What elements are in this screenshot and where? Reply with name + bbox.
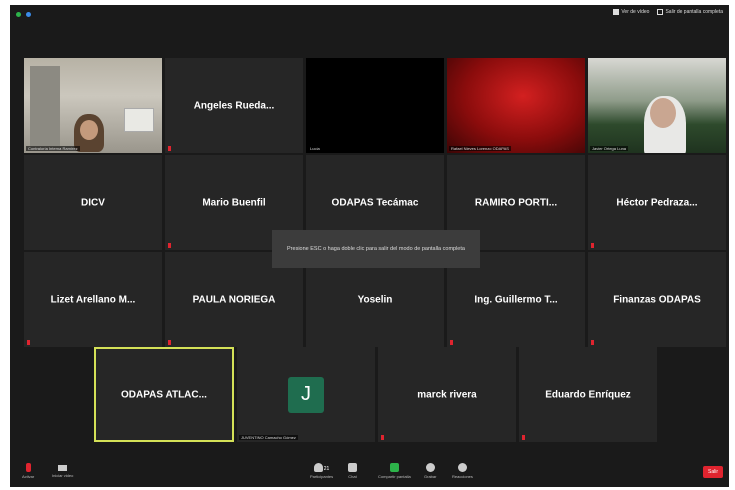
video-tile[interactable]: marck rivera (378, 347, 516, 442)
view-button-label: Ver de vídeo (621, 9, 650, 15)
video-tile-active-speaker[interactable]: ODAPAS ATLAC... (94, 347, 234, 442)
participant-face (650, 98, 676, 128)
muted-mic-icon (522, 435, 525, 440)
share-screen-label: Compartir pantalla (378, 474, 411, 479)
unmute-label: Activar (22, 474, 35, 479)
participant-name: Lizet Arellano M... (50, 294, 136, 305)
chat-icon (348, 463, 357, 472)
video-tile[interactable]: Héctor Pedraza... (588, 155, 726, 250)
participant-name-tag: Contraloría Interna Ramírez (26, 146, 80, 151)
participant-name: Héctor Pedraza... (616, 197, 698, 208)
participant-name: marck rivera (417, 389, 477, 400)
muted-mic-icon (591, 243, 594, 248)
participant-name-tag: Rafael Nieves Lorenzo ODAPAS (449, 146, 511, 151)
muted-mic-icon (381, 435, 384, 440)
zoom-window: Ver de vídeo Salir de pantalla completa … (10, 5, 729, 487)
participant-name: Ing. Guillermo T... (474, 294, 558, 305)
muted-mic-icon (591, 340, 594, 345)
leave-meeting-label: Salir (707, 469, 718, 475)
reactions-button[interactable]: Reacciones (452, 463, 473, 479)
participant-name: RAMIRO PORTI... (474, 197, 558, 208)
video-tile[interactable]: Rafael Nieves Lorenzo ODAPAS (447, 58, 585, 153)
muted-mic-icon (168, 243, 171, 248)
video-tile[interactable]: J JUVENTINO Camacho Gómez (237, 347, 375, 442)
fullscreen-toast: Presione ESC o haga doble clic para sali… (272, 230, 480, 268)
fullscreen-toast-text: Presione ESC o haga doble clic para sali… (287, 245, 465, 252)
exit-fullscreen-button[interactable]: Salir de pantalla completa (657, 9, 723, 15)
unmute-button[interactable]: Activar (22, 463, 34, 479)
background-shelf (30, 66, 60, 146)
meeting-info-icon[interactable] (26, 12, 31, 17)
participant-name: Mario Buenfil (202, 197, 266, 208)
record-label: Grabar (424, 474, 437, 479)
record-button[interactable]: Grabar (424, 463, 436, 479)
participant-name: PAULA NORIEGA (192, 294, 276, 305)
grid-view-icon (613, 9, 620, 15)
exit-fullscreen-icon (657, 9, 664, 15)
participants-icon (313, 463, 323, 472)
video-tile[interactable]: Lizet Arellano M... (24, 252, 162, 347)
video-tile[interactable]: Eduardo Enríquez (519, 347, 657, 442)
leave-meeting-button[interactable]: Salir (703, 466, 723, 478)
muted-mic-icon (27, 340, 30, 345)
participant-name-tag: Javier Ortega Luna (590, 146, 629, 151)
share-screen-icon (389, 463, 399, 472)
top-bar: Ver de vídeo Salir de pantalla completa (10, 5, 729, 25)
reactions-icon (457, 463, 467, 472)
participant-name: ODAPAS ATLAC... (121, 389, 207, 400)
chat-label: Chat (348, 474, 357, 479)
participant-name: DICV (81, 197, 105, 208)
participant-name: Finanzas ODAPAS (613, 294, 701, 305)
participants-button[interactable]: 21 Participantes (310, 463, 333, 479)
muted-mic-icon (25, 463, 31, 472)
muted-mic-icon (450, 340, 453, 345)
chat-button[interactable]: Chat (348, 463, 357, 479)
view-button[interactable]: Ver de vídeo (613, 9, 649, 15)
start-video-button[interactable]: Iniciar video (52, 463, 73, 478)
video-tile[interactable]: Contraloría Interna Ramírez (24, 58, 162, 153)
video-tile[interactable]: Javier Ortega Luna (588, 58, 726, 153)
record-icon (425, 463, 435, 472)
reactions-label: Reacciones (452, 474, 473, 479)
background-printer (124, 108, 154, 132)
participant-name: ODAPAS Tecámac (331, 197, 419, 208)
participant-face (80, 120, 98, 140)
participant-name: Angeles Rueda... (193, 100, 275, 111)
security-shield-icon[interactable] (16, 12, 21, 17)
muted-mic-icon (168, 340, 171, 345)
exit-fullscreen-label: Salir de pantalla completa (665, 9, 723, 15)
participants-label: Participantes (310, 474, 334, 479)
participant-name-tag: JUVENTINO Camacho Gómez (239, 435, 298, 440)
bottom-toolbar: Activar Iniciar video 21 Participantes C… (10, 457, 729, 487)
video-tile[interactable]: Lucía (306, 58, 444, 153)
participant-name-tag: Lucía (308, 146, 322, 151)
video-tile[interactable]: Finanzas ODAPAS (588, 252, 726, 347)
video-off-icon (58, 465, 68, 471)
avatar: J (288, 376, 324, 413)
start-video-label: Iniciar video (52, 473, 74, 478)
video-tile[interactable]: Angeles Rueda... (165, 58, 303, 153)
participant-name: Eduardo Enríquez (545, 389, 631, 400)
participants-count: 21 (323, 465, 330, 472)
share-screen-button[interactable]: Compartir pantalla (378, 463, 411, 479)
participant-name: Yoselin (357, 294, 393, 305)
video-tile[interactable]: DICV (24, 155, 162, 250)
muted-mic-icon (168, 146, 171, 151)
